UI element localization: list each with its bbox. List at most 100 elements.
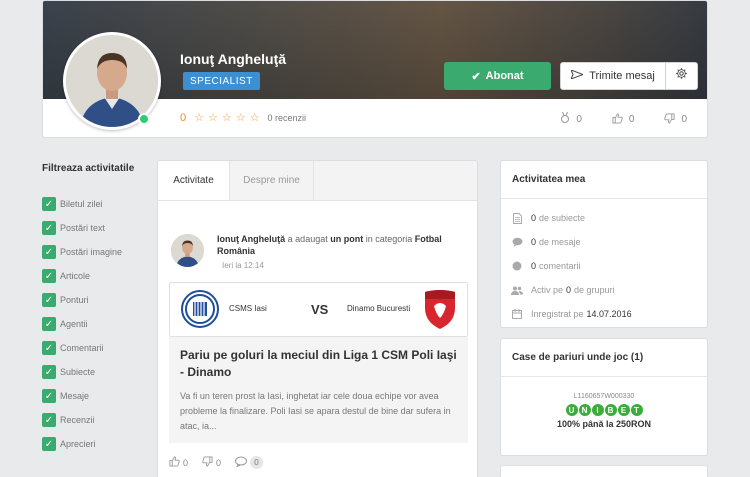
- filter-label: Subiecte: [60, 367, 96, 377]
- messages-label: de mesaje: [539, 237, 581, 247]
- medal-icon: [560, 111, 570, 127]
- document-icon: [511, 212, 523, 224]
- my-activity-card: Activitatea mea 0 de subiecte 0 de mesaj…: [500, 160, 708, 328]
- bonus-offer[interactable]: 100% până la 250RON: [501, 419, 707, 429]
- filter-option[interactable]: ✓ Subiecte: [42, 360, 142, 384]
- subjects-count: 0: [531, 213, 537, 223]
- filter-option[interactable]: ✓ Articole: [42, 264, 142, 288]
- star-icon[interactable]: ☆: [236, 111, 246, 124]
- filter-option[interactable]: ✓ Aprecieri: [42, 432, 142, 456]
- checkbox-checked-icon[interactable]: ✓: [42, 413, 56, 427]
- groups-prefix: Activ pe: [531, 285, 564, 295]
- match-card[interactable]: CSMS Iasi VS Dinamo Bucuresti: [169, 282, 468, 337]
- comments-stat[interactable]: 0 comentarii: [501, 254, 707, 278]
- star-icon[interactable]: ☆: [194, 111, 204, 124]
- tab-about-me[interactable]: Despre mine: [230, 161, 314, 200]
- likes-stat[interactable]: 0: [612, 112, 634, 127]
- reviews-link[interactable]: 0 recenzii: [268, 113, 307, 123]
- paper-plane-icon: [570, 69, 585, 82]
- filter-label: Postări text: [60, 223, 106, 233]
- post-author-link[interactable]: Ionuţ Angheluţă: [217, 234, 285, 244]
- activity-panel: Activitate Despre mine Ionuţ Angheluţă a…: [157, 160, 478, 477]
- post-category-prefix: in categoria: [365, 234, 413, 244]
- checkbox-checked-icon[interactable]: ✓: [42, 245, 56, 259]
- post-object-link[interactable]: un pont: [330, 234, 363, 244]
- role-badge: SPECIALIST: [183, 72, 260, 90]
- filter-option[interactable]: ✓ Postări text: [42, 216, 142, 240]
- filter-option[interactable]: ✓ Mesaje: [42, 384, 142, 408]
- send-message-label: Trimite mesaj: [589, 70, 655, 82]
- thumbs-down-icon: [202, 456, 213, 469]
- groups-stat[interactable]: Activ pe 0 de grupuri: [501, 278, 707, 302]
- post-title[interactable]: Pariu pe goluri la meciul din Liga 1 CSM…: [180, 347, 457, 381]
- followers-stat[interactable]: 0: [560, 111, 582, 127]
- comments-count: 0: [531, 261, 537, 271]
- send-message-button[interactable]: Trimite mesaj: [560, 62, 666, 90]
- follow-button[interactable]: ✔ Abonat: [444, 62, 551, 90]
- comment-button[interactable]: 0: [235, 456, 264, 469]
- registered-stat: Inregistrat pe 14.07.2016: [501, 302, 707, 326]
- checkbox-checked-icon[interactable]: ✓: [42, 197, 56, 211]
- thumbs-up-icon: [612, 112, 623, 127]
- logo-letter: U: [565, 404, 578, 416]
- logo-letter: E: [617, 404, 630, 416]
- checkbox-checked-icon[interactable]: ✓: [42, 293, 56, 307]
- checkbox-checked-icon[interactable]: ✓: [42, 221, 56, 235]
- profile-name: Ionuţ Angheluţă: [180, 51, 287, 67]
- dislikes-stat[interactable]: 0: [664, 112, 687, 127]
- like-button[interactable]: 0: [169, 456, 188, 469]
- betting-houses-title: Case de pariuri unde joc (1): [501, 339, 707, 377]
- filter-label: Recenzii: [60, 415, 95, 425]
- checkbox-checked-icon[interactable]: ✓: [42, 365, 56, 379]
- checkbox-checked-icon[interactable]: ✓: [42, 269, 56, 283]
- post-excerpt: Va fi un teren prost la Iasi, inghetat i…: [180, 391, 451, 431]
- filter-label: Aprecieri: [60, 439, 96, 449]
- subjects-label: de subiecte: [539, 213, 586, 223]
- logo-letter: T: [630, 404, 643, 416]
- filter-option[interactable]: ✓ Recenzii: [42, 408, 142, 432]
- gear-icon: [675, 67, 688, 85]
- comment-icon: [235, 456, 248, 469]
- filter-option[interactable]: ✓ Ponturi: [42, 288, 142, 312]
- filter-label: Agentii: [60, 319, 88, 329]
- profile-stats: 0 0 0: [560, 111, 687, 127]
- post-header: Ionuţ Angheluţă a adaugat un pont in cat…: [171, 234, 447, 272]
- star-icon[interactable]: ☆: [250, 111, 260, 124]
- filter-label: Comentarii: [60, 343, 104, 353]
- filter-label: Postări imagine: [60, 247, 123, 257]
- settings-button[interactable]: [666, 62, 698, 90]
- messages-stat[interactable]: 0 de mesaje: [501, 230, 707, 254]
- logo-letter: N: [578, 404, 591, 416]
- checkbox-checked-icon[interactable]: ✓: [42, 317, 56, 331]
- filter-label: Mesaje: [60, 391, 90, 401]
- filter-option[interactable]: ✓ Comentarii: [42, 336, 142, 360]
- post-action-text: a adaugat: [287, 234, 328, 244]
- tab-activity[interactable]: Activitate: [158, 161, 230, 200]
- versus-label: VS: [311, 302, 329, 317]
- logo-letter: I: [591, 404, 604, 416]
- thumbs-up-icon: [169, 456, 180, 469]
- filter-option[interactable]: ✓ Biletul zilei: [42, 192, 142, 216]
- betting-code: L1160657W000330: [573, 393, 635, 400]
- filter-option[interactable]: ✓ Agentii: [42, 312, 142, 336]
- checkbox-checked-icon[interactable]: ✓: [42, 389, 56, 403]
- checkbox-checked-icon[interactable]: ✓: [42, 437, 56, 451]
- star-icon[interactable]: ☆: [222, 111, 232, 124]
- avatar[interactable]: [171, 234, 204, 267]
- filter-label: Articole: [60, 271, 91, 281]
- subjects-stat[interactable]: 0 de subiecte: [501, 206, 707, 230]
- comments-label: comentarii: [539, 261, 581, 271]
- star-icon[interactable]: ☆: [208, 111, 218, 124]
- registered-prefix: Inregistrat pe: [531, 309, 584, 319]
- rating-score: 0: [180, 111, 187, 124]
- like-count: 0: [183, 457, 189, 468]
- checkbox-checked-icon[interactable]: ✓: [42, 341, 56, 355]
- post-content[interactable]: Pariu pe goluri la meciul din Liga 1 CSM…: [169, 337, 468, 443]
- filter-option[interactable]: ✓ Postări imagine: [42, 240, 142, 264]
- post-meta: Ionuţ Angheluţă a adaugat un pont in cat…: [217, 233, 447, 272]
- team1-name: CSMS Iasi: [229, 304, 267, 313]
- unibet-logo[interactable]: U N I B E T: [501, 404, 707, 416]
- follow-button-label: Abonat: [485, 70, 524, 82]
- post-timestamp: Ieri la 12:14: [222, 261, 264, 270]
- dislike-button[interactable]: 0: [202, 456, 221, 469]
